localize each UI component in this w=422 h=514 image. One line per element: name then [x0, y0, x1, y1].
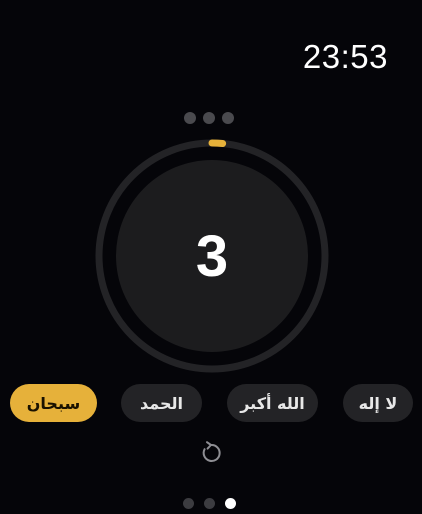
- menu-dot: [203, 112, 215, 124]
- phrase-chip-la-ilaha[interactable]: لا إله: [343, 384, 413, 422]
- phrase-chip-allahu-akbar[interactable]: الله أكبر: [227, 384, 318, 422]
- page-dot-current[interactable]: [225, 498, 236, 509]
- reset-icon: [202, 441, 221, 462]
- reset-button[interactable]: [198, 440, 224, 466]
- counter-value: 3: [195, 223, 229, 289]
- dhikr-phrase-list: سبحان الحمد الله أكبر لا إله: [0, 384, 422, 422]
- phrase-chip-subhan[interactable]: سبحان: [10, 384, 97, 422]
- menu-dot: [184, 112, 196, 124]
- menu-dot: [222, 112, 234, 124]
- phrase-chip-alhamd[interactable]: الحمد: [121, 384, 202, 422]
- tasbih-counter-button[interactable]: 3: [95, 139, 329, 373]
- page-dot[interactable]: [204, 498, 215, 509]
- more-dots-icon[interactable]: [184, 112, 234, 124]
- status-time: 23:53: [302, 38, 388, 75]
- page-dot[interactable]: [183, 498, 194, 509]
- page-indicator: [183, 498, 236, 509]
